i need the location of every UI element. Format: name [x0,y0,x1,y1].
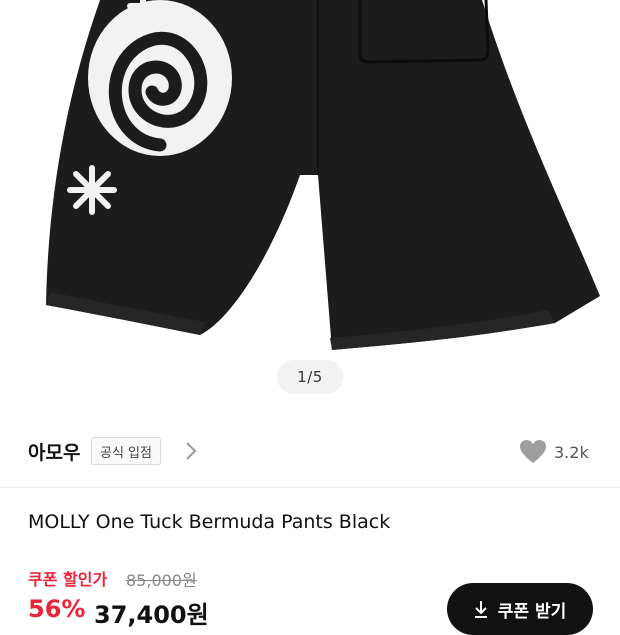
original-price: 85,000원 [126,571,197,590]
brand-row[interactable]: 아모우 공식 입점 3.2k [0,430,620,474]
official-store-badge: 공식 입점 [91,437,161,465]
chevron-right-icon[interactable] [184,441,198,461]
coupon-price-label: 쿠폰 할인가 [28,570,108,589]
download-arrow-icon [474,601,487,618]
product-title: MOLLY One Tuck Bermuda Pants Black [28,511,391,533]
gallery-pager: 1/5 [277,360,343,394]
product-image[interactable]: 1/5 [0,0,620,405]
get-coupon-button[interactable]: 쿠폰 받기 [447,583,593,635]
brand-name[interactable]: 아모우 [28,438,80,465]
final-price: 37,400원 [94,601,209,629]
heart-icon [520,440,546,463]
discount-rate: 56% [28,595,86,623]
like-count: 3.2k [554,442,589,462]
like-button[interactable]: 3.2k [520,438,589,466]
divider [0,487,620,488]
get-coupon-label: 쿠폰 받기 [497,601,567,622]
shorts-illustration [46,0,600,350]
